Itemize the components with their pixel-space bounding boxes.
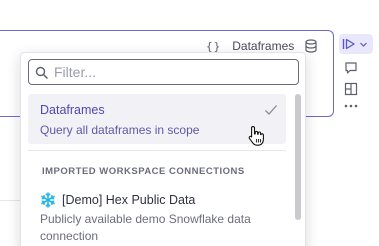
option-subtitle: Query all dataframes in scope	[40, 123, 200, 137]
chevron-down-icon[interactable]	[359, 40, 368, 49]
scrollbar-thumb[interactable]	[295, 94, 301, 220]
data-source-dropdown: Dataframes Query all dataframes in scope…	[20, 52, 306, 246]
cell-below-edge	[0, 200, 20, 246]
section-heading: IMPORTED WORKSPACE CONNECTIONS	[42, 166, 245, 177]
snowflake-icon	[41, 192, 55, 208]
dropdown-scrollbar[interactable]	[295, 94, 301, 246]
section-divider	[28, 150, 286, 151]
data-source-label[interactable]: Dataframes	[232, 39, 294, 53]
option-title: Dataframes	[40, 103, 105, 117]
checkmark-icon	[265, 105, 277, 115]
more-options-icon[interactable]	[344, 103, 358, 109]
cell-toolbar	[339, 34, 373, 116]
run-button-group[interactable]	[339, 34, 373, 54]
connection-name: [Demo] Hex Public Data	[62, 193, 196, 207]
run-cell-icon[interactable]	[342, 38, 356, 50]
option-dataframes[interactable]: Dataframes Query all dataframes in scope	[28, 94, 286, 146]
braces-icon[interactable]: {}	[206, 40, 221, 53]
comment-icon[interactable]	[344, 61, 358, 75]
database-icon[interactable]	[304, 39, 318, 53]
search-icon	[35, 66, 48, 79]
hand-pointer-cursor-icon	[248, 126, 264, 146]
filter-input[interactable]	[54, 64, 284, 80]
filter-field[interactable]	[28, 59, 299, 85]
layout-icon[interactable]	[344, 82, 358, 96]
connection-description: Publicly available demo Snowflake data c…	[40, 212, 251, 243]
connection-item[interactable]: [Demo] Hex Public Data	[40, 192, 195, 208]
